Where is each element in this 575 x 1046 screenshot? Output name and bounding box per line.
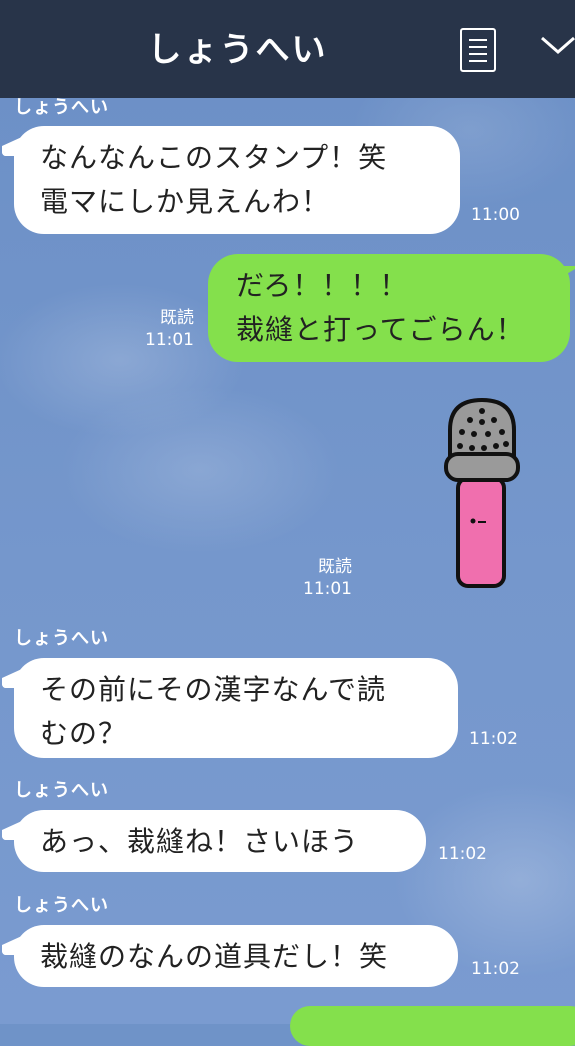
read-receipt: 既読 11:01: [140, 307, 194, 351]
incoming-message-bubble[interactable]: その前にその漢字なんで読 むの？: [2, 658, 458, 758]
message-text-line: むの？: [40, 717, 128, 750]
chat-title: しょうへい: [147, 30, 328, 70]
message-time: 11:00: [471, 205, 520, 225]
thimble-sticker[interactable]: [440, 396, 524, 592]
menu-icon[interactable]: [460, 28, 496, 72]
outgoing-message-bubble-partial[interactable]: [290, 1006, 575, 1046]
sender-name: しょうへい: [14, 628, 109, 649]
message-text-line: あっ、裁縫ね！さいほう: [40, 825, 360, 858]
read-receipt: 既読 11:01: [296, 556, 352, 600]
incoming-message-bubble[interactable]: なんなんこのスタンプ！笑 電マにしか見えんわ！: [2, 126, 460, 234]
incoming-message-bubble[interactable]: 裁縫のなんの道具だし！笑: [2, 925, 458, 987]
message-time: 11:01: [303, 579, 352, 599]
outgoing-message-bubble[interactable]: だろ！！！！ 裁縫と打ってごらん！: [208, 254, 575, 362]
chat-header: しょうへい: [0, 0, 575, 98]
sender-name: しょうへい: [14, 97, 109, 118]
message-text-line: 電マにしか見えんわ！: [40, 185, 331, 218]
read-label: 既読: [160, 308, 194, 328]
sender-name: しょうへい: [14, 895, 109, 916]
message-text-line: 裁縫のなんの道具だし！笑: [40, 940, 389, 973]
message-text-line: なんなんこのスタンプ！笑: [40, 141, 388, 174]
incoming-message-bubble[interactable]: あっ、裁縫ね！さいほう: [2, 810, 426, 872]
message-time: 11:02: [438, 844, 487, 864]
message-text-line: その前にその漢字なんで読: [40, 673, 387, 706]
chevron-down-icon[interactable]: [538, 30, 575, 60]
read-label: 既読: [318, 557, 352, 577]
message-time: 11:02: [471, 959, 520, 979]
message-text-line: だろ！！！！: [236, 269, 409, 302]
message-time: 11:02: [469, 729, 518, 749]
sender-name: しょうへい: [14, 780, 109, 801]
message-text-line: 裁縫と打ってごらん！: [236, 313, 525, 346]
message-time: 11:01: [145, 330, 194, 350]
